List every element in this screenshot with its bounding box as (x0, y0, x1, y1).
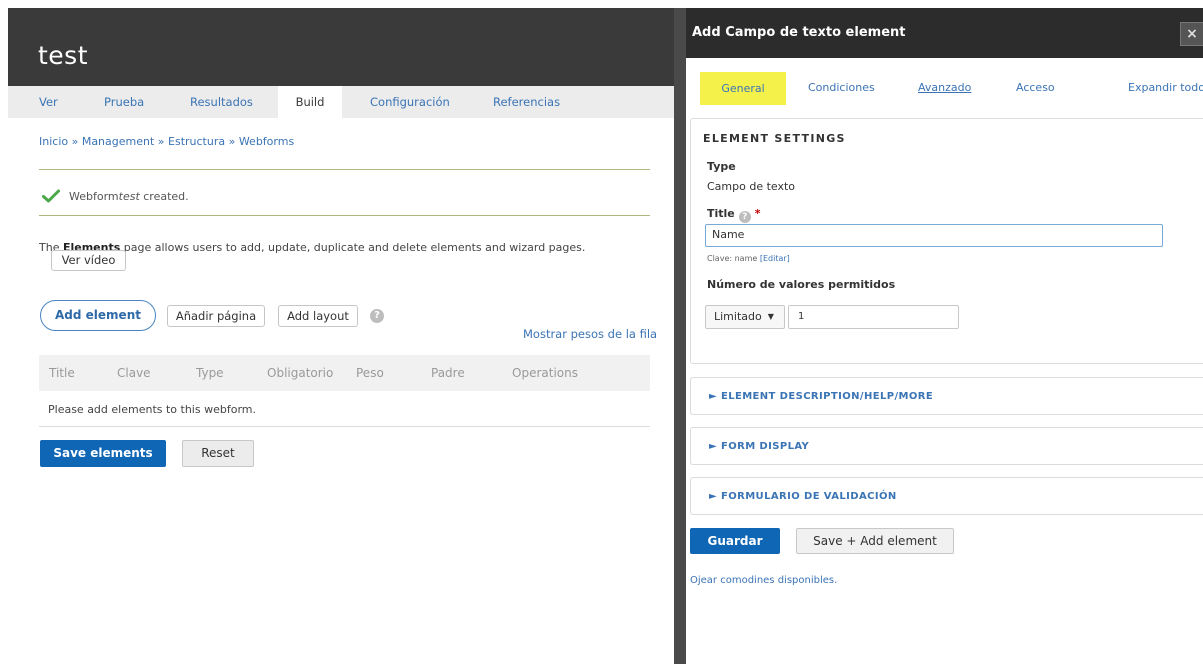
form-validation-section[interactable]: ► FORMULARIO DE VALIDACIÓN (690, 477, 1203, 515)
title-label-row: Title? * (707, 207, 761, 223)
element-description-summary[interactable]: ► ELEMENT DESCRIPTION/HELP/MORE (709, 378, 933, 416)
dialog-tab-condiciones[interactable]: Condiciones (808, 81, 875, 94)
dialog-title: Add Campo de texto element (692, 25, 906, 40)
tab-prueba[interactable]: Prueba (104, 86, 144, 118)
form-display-summary[interactable]: ► FORM DISPLAY (709, 428, 809, 466)
column-padre: Padre (431, 366, 465, 380)
reset-button[interactable]: Reset (182, 440, 254, 467)
primary-tabs: Ver Prueba Resultados Build Configuració… (8, 86, 674, 118)
multiple-values-label: Número de valores permitidos (707, 278, 896, 291)
tab-resultados[interactable]: Resultados (190, 86, 253, 118)
status-top-divider (39, 169, 650, 170)
multiple-limit-number-input[interactable]: 1 (788, 305, 959, 329)
title-label: Title (707, 207, 735, 220)
form-display-section[interactable]: ► FORM DISPLAY (690, 427, 1203, 465)
form-validation-summary[interactable]: ► FORMULARIO DE VALIDACIÓN (709, 478, 897, 516)
add-element-dialog: Add Campo de texto element × General Con… (686, 8, 1203, 664)
dialog-titlebar: Add Campo de texto element × (686, 8, 1203, 58)
status-suffix: created. (139, 189, 189, 203)
dialog-tab-acceso[interactable]: Acceso (1016, 81, 1055, 94)
close-icon[interactable]: × (1180, 22, 1203, 46)
help-icon[interactable]: ? (370, 309, 384, 323)
element-settings-heading: ELEMENT SETTINGS (703, 132, 846, 145)
title-input[interactable]: Name (705, 224, 1163, 247)
tab-build[interactable]: Build (278, 86, 342, 118)
watch-video-button[interactable]: Ver vídeo (51, 250, 126, 271)
help-icon[interactable]: ? (738, 211, 751, 223)
dialog-tab-general[interactable]: General (700, 72, 786, 105)
save-button[interactable]: Guardar (690, 528, 780, 554)
save-elements-button[interactable]: Save elements (40, 440, 166, 467)
edit-machine-name-link[interactable]: [Editar] (760, 254, 790, 263)
page-title: test (38, 41, 89, 70)
empty-table-message: Please add elements to this webform. (48, 403, 256, 416)
add-layout-button[interactable]: Add layout (278, 305, 358, 327)
add-element-button[interactable]: Add element (40, 300, 156, 331)
status-message: Webform test created. (42, 186, 189, 206)
required-marker: * (754, 207, 761, 220)
status-bottom-divider (39, 215, 650, 216)
element-description-section[interactable]: ► ELEMENT DESCRIPTION/HELP/MORE (690, 377, 1203, 415)
column-clave: Clave (117, 366, 151, 380)
webform-build-page: test Ver Prueba Resultados Build Configu… (8, 8, 674, 664)
type-value: Campo de texto (707, 180, 796, 193)
save-and-add-element-button[interactable]: Save + Add element (796, 528, 954, 554)
breadcrumb[interactable]: Inicio » Management » Estructura » Webfo… (39, 135, 294, 148)
checkmark-icon (42, 189, 60, 203)
status-prefix: Webform (69, 189, 119, 203)
column-title: Title (49, 366, 75, 380)
column-peso: Peso (356, 366, 384, 380)
show-row-weights-link[interactable]: Mostrar pesos de la fila (523, 327, 657, 341)
limit-selected-option: Limitado (714, 310, 762, 323)
chevron-down-icon: ▼ (767, 312, 774, 321)
multiple-limit-select[interactable]: Limitado ▼ (705, 305, 785, 329)
machine-name-line: Clave: name [Editar] (707, 254, 790, 263)
expand-all-link[interactable]: Expandir todo (1128, 81, 1203, 94)
dialog-tab-avanzado[interactable]: Avanzado (918, 81, 971, 94)
tab-ver[interactable]: Ver (39, 86, 58, 118)
status-webform-name: test (118, 189, 140, 203)
tab-configuracion[interactable]: Configuración (370, 86, 450, 118)
column-obligatorio: Obligatorio (267, 366, 334, 380)
type-label: Type (707, 160, 736, 173)
column-operations: Operations (512, 366, 578, 380)
table-row-divider (39, 426, 650, 427)
dialog-resize-divider[interactable] (674, 8, 686, 664)
add-page-button[interactable]: Añadir página (167, 305, 265, 327)
elements-table-header: Title Clave Type Obligatorio Peso Padre … (39, 355, 650, 391)
intro-suffix: page allows users to add, update, duplic… (120, 241, 586, 254)
machine-name-text: Clave: name (707, 254, 760, 263)
tab-referencias[interactable]: Referencias (493, 86, 560, 118)
column-type: Type (196, 366, 224, 380)
site-header: test (8, 8, 674, 86)
browse-tokens-link[interactable]: Ojear comodines disponibles. (690, 575, 837, 586)
